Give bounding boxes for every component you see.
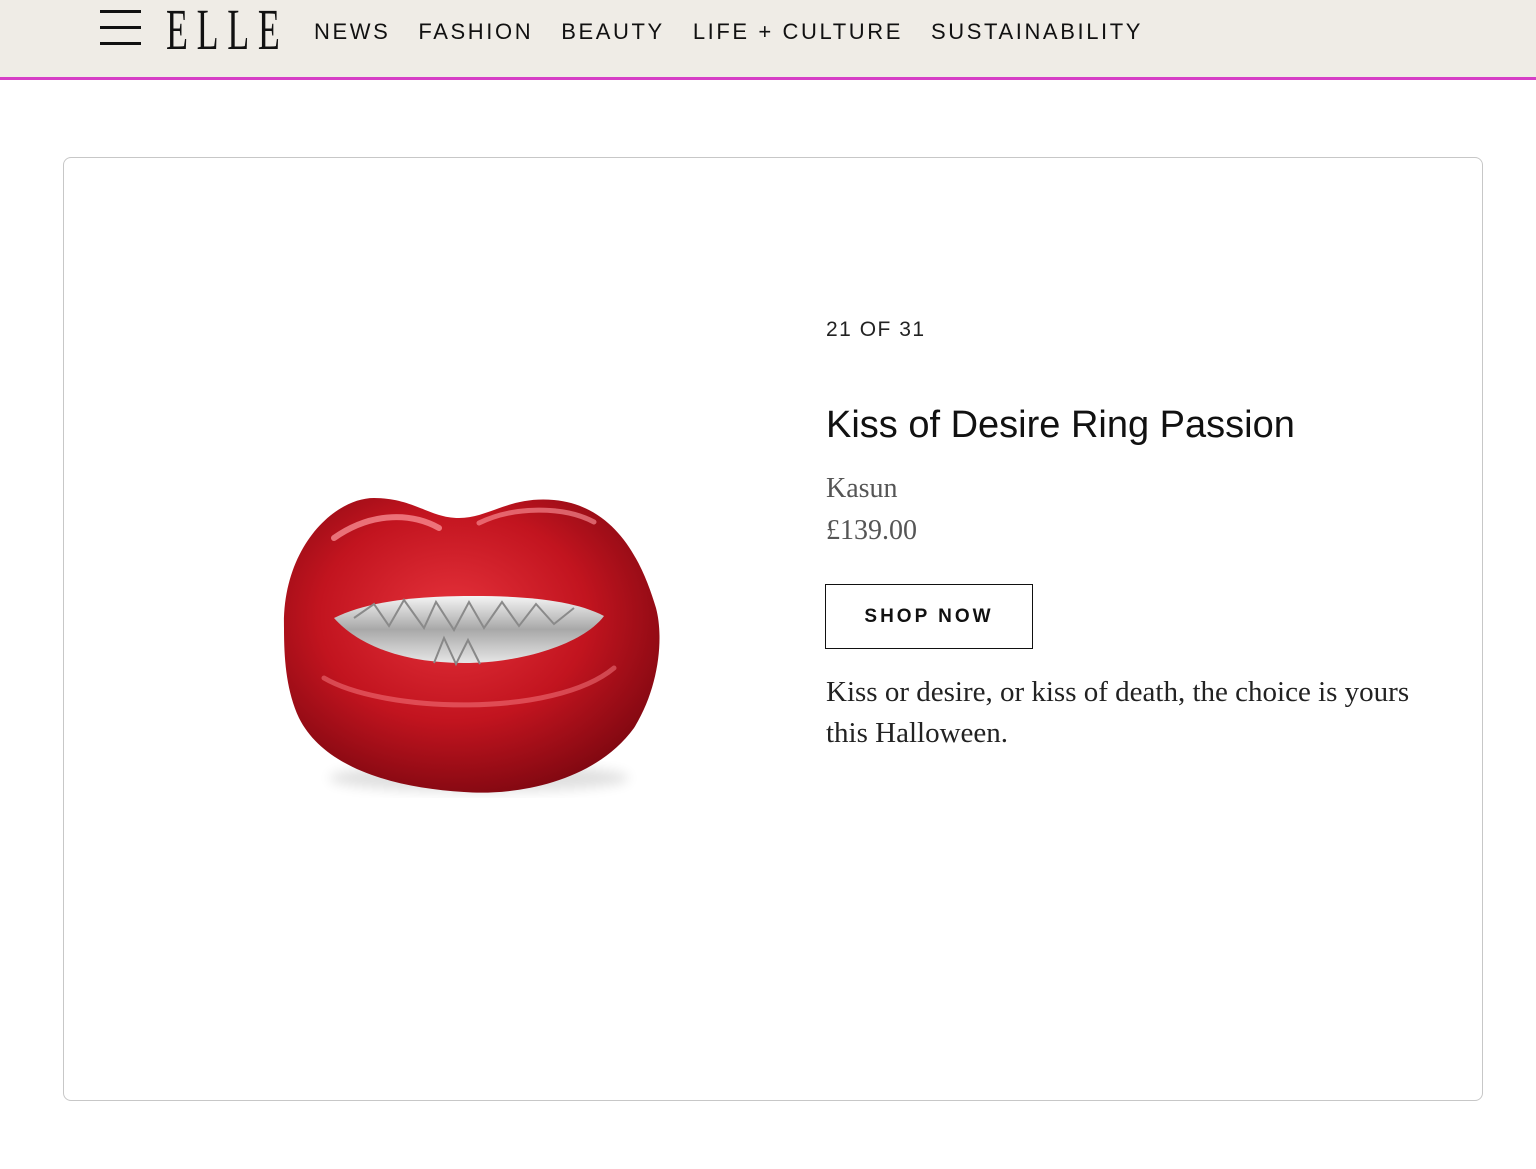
main-nav: NEWS FASHION BEAUTY LIFE + CULTURE SUSTA…: [314, 18, 1171, 46]
shop-now-button[interactable]: SHOP NOW: [825, 584, 1033, 649]
product-title: Kiss of Desire Ring Passion: [826, 404, 1295, 446]
nav-item-life-culture[interactable]: LIFE + CULTURE: [693, 18, 903, 46]
product-brand: Kasun: [826, 473, 898, 504]
product-price: £139.00: [826, 515, 917, 546]
site-header: ELLE NEWS FASHION BEAUTY LIFE + CULTURE …: [0, 0, 1536, 80]
product-image[interactable]: [264, 478, 684, 808]
menu-icon[interactable]: [100, 10, 142, 48]
product-card: 21 OF 31 Kiss of Desire Ring Passion Kas…: [63, 157, 1483, 1101]
product-description: Kiss or desire, or kiss of death, the ch…: [826, 676, 1410, 749]
slide-counter: 21 OF 31: [826, 318, 926, 341]
nav-item-news[interactable]: NEWS: [314, 18, 390, 46]
nav-item-sustainability[interactable]: SUSTAINABILITY: [931, 18, 1143, 46]
nav-item-beauty[interactable]: BEAUTY: [561, 18, 665, 46]
nav-item-fashion[interactable]: FASHION: [418, 18, 533, 46]
site-logo[interactable]: ELLE: [166, 1, 289, 59]
